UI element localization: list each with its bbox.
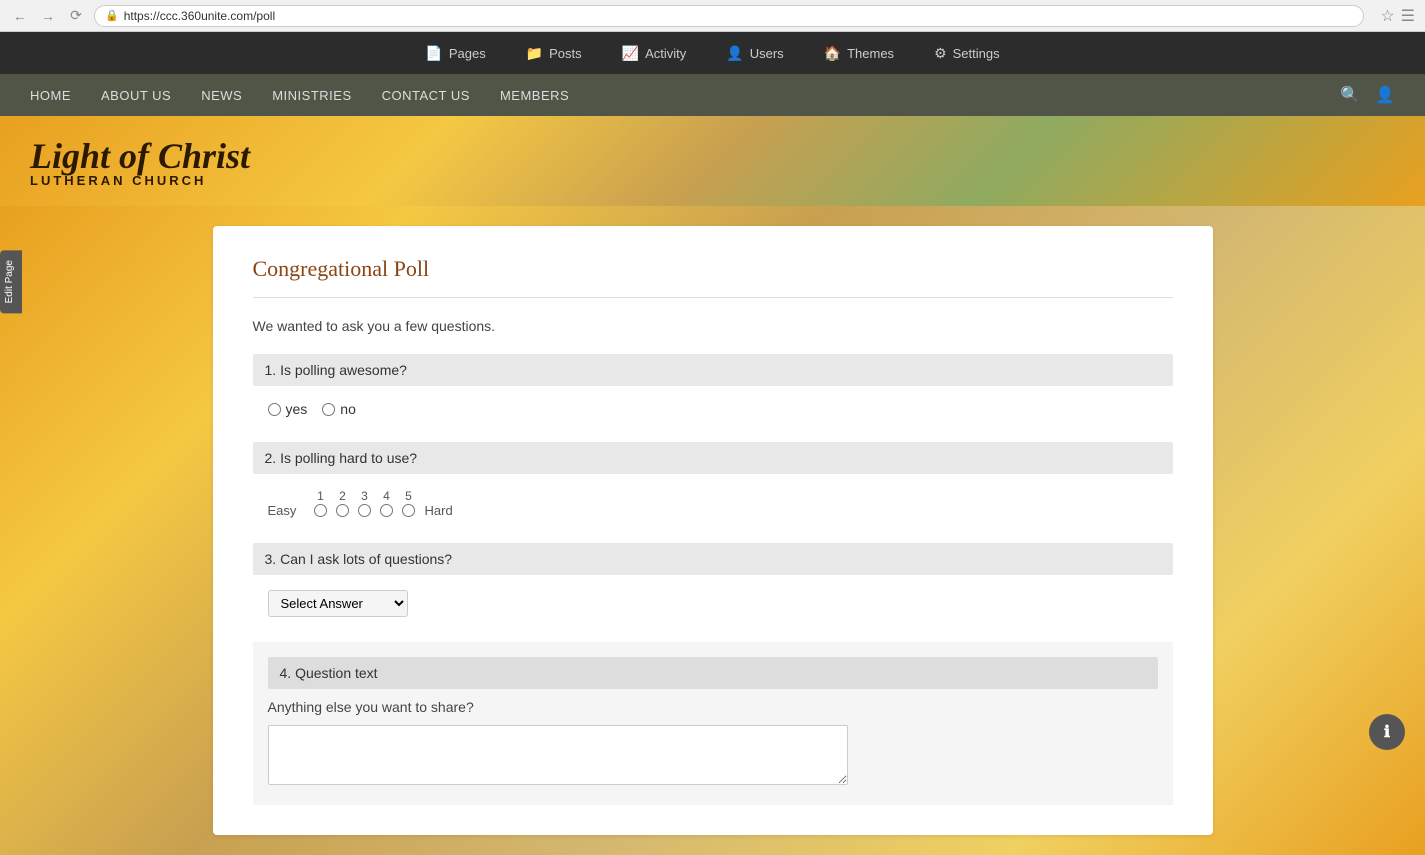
site-title: Light of Christ LUTHERAN CHURCH	[30, 135, 250, 188]
users-icon: 👤	[726, 45, 743, 62]
question-2-header: 2. Is polling hard to use?	[253, 442, 1173, 474]
scale-num-3: 3	[354, 489, 376, 503]
question-3-answers: Select Answer	[253, 585, 1173, 622]
posts-label: Posts	[549, 46, 582, 61]
scale-row: Easy Hard	[268, 503, 1158, 518]
site-navigation: HOME ABOUT US NEWS MINISTRIES CONTACT US…	[0, 74, 1425, 116]
settings-label: Settings	[953, 46, 1000, 61]
scale-radio-1[interactable]	[310, 504, 332, 517]
question-4-textarea[interactable]	[268, 725, 848, 785]
poll-intro: We wanted to ask you a few questions.	[253, 318, 1173, 334]
reload-button[interactable]: ⟳	[66, 6, 86, 26]
scale-radio-2[interactable]	[332, 504, 354, 517]
question-1-radio-no[interactable]	[322, 403, 335, 416]
question-1-number: 1.	[265, 362, 277, 378]
scale-num-1: 1	[310, 489, 332, 503]
question-1-option-yes[interactable]: yes	[268, 401, 308, 417]
scale-max-label: Hard	[425, 503, 453, 518]
poll-title: Congregational Poll	[253, 256, 1173, 298]
nav-about[interactable]: ABOUT US	[101, 88, 171, 103]
question-2-number: 2.	[265, 450, 277, 466]
question-1-header: 1. Is polling awesome?	[253, 354, 1173, 386]
url-text: https://ccc.360unite.com/poll	[124, 9, 275, 23]
question-3: 3. Can I ask lots of questions? Select A…	[253, 543, 1173, 622]
admin-nav-posts[interactable]: 📁 Posts	[526, 45, 582, 62]
activity-label: Activity	[645, 46, 686, 61]
activity-icon: 📈	[622, 45, 639, 62]
scale-num-5: 5	[398, 489, 420, 503]
admin-nav-activity[interactable]: 📈 Activity	[622, 45, 687, 62]
nav-home[interactable]: HOME	[30, 88, 71, 103]
poll-container: Congregational Poll We wanted to ask you…	[213, 226, 1213, 835]
forward-button[interactable]: →	[38, 6, 58, 26]
nav-members[interactable]: MEMBERS	[500, 88, 569, 103]
hero-banner: Light of Christ LUTHERAN CHURCH	[0, 116, 1425, 206]
question-4: 4. Question text Anything else you want …	[253, 642, 1173, 805]
question-1-option-no[interactable]: no	[322, 401, 356, 417]
question-1-label-no: no	[340, 401, 356, 417]
pages-label: Pages	[449, 46, 486, 61]
themes-label: Themes	[847, 46, 894, 61]
pages-icon: 📄	[425, 45, 442, 62]
question-4-text: Question text	[295, 665, 378, 681]
question-2-answers: 1 2 3 4 5 Easy Hard	[253, 484, 1173, 523]
users-label: Users	[750, 46, 784, 61]
question-2: 2. Is polling hard to use? 1 2 3 4 5 Eas…	[253, 442, 1173, 523]
question-3-select[interactable]: Select Answer	[268, 590, 408, 617]
admin-nav-pages[interactable]: 📄 Pages	[425, 45, 485, 62]
themes-icon: 🏠	[824, 45, 841, 62]
browser-chrome: ← → ⟳ 🔒 https://ccc.360unite.com/poll ☆ …	[0, 0, 1425, 32]
question-1: 1. Is polling awesome? yes no	[253, 354, 1173, 422]
question-3-number: 3.	[265, 551, 277, 567]
nav-links: HOME ABOUT US NEWS MINISTRIES CONTACT US…	[30, 88, 569, 103]
page-content: Congregational Poll We wanted to ask you…	[0, 206, 1425, 855]
admin-nav-themes[interactable]: 🏠 Themes	[824, 45, 894, 62]
question-4-header: 4. Question text	[268, 657, 1158, 689]
admin-nav-settings[interactable]: ⚙ Settings	[934, 45, 1000, 62]
nav-contact[interactable]: CONTACT US	[382, 88, 470, 103]
scale-radio-4[interactable]	[376, 504, 398, 517]
url-bar[interactable]: 🔒 https://ccc.360unite.com/poll	[94, 5, 1364, 27]
question-2-text: Is polling hard to use?	[280, 450, 417, 466]
question-1-label-yes: yes	[286, 401, 308, 417]
nav-ministries[interactable]: MINISTRIES	[272, 88, 351, 103]
scale-num-2: 2	[332, 489, 354, 503]
admin-nav-users[interactable]: 👤 Users	[726, 45, 783, 62]
settings-icon: ⚙	[934, 45, 947, 62]
nav-news[interactable]: NEWS	[201, 88, 242, 103]
menu-icon[interactable]: ☰	[1401, 6, 1415, 26]
question-1-answers: yes no	[253, 396, 1173, 422]
scale-radio-3[interactable]	[354, 504, 376, 517]
admin-toolbar: 📄 Pages 📁 Posts 📈 Activity 👤 Users 🏠 The…	[0, 32, 1425, 74]
scale-min-label: Easy	[268, 503, 310, 518]
scale-numbers: 1 2 3 4 5	[310, 489, 1158, 503]
question-1-radio-yes[interactable]	[268, 403, 281, 416]
bookmark-icon[interactable]: ☆	[1380, 6, 1394, 26]
back-button[interactable]: ←	[10, 6, 30, 26]
question-4-number: 4.	[280, 665, 292, 681]
scale-num-4: 4	[376, 489, 398, 503]
nav-actions: 🔍 👤	[1340, 85, 1395, 105]
posts-icon: 📁	[526, 45, 543, 62]
scale-radio-5[interactable]	[398, 504, 420, 517]
question-3-header: 3. Can I ask lots of questions?	[253, 543, 1173, 575]
edit-page-tab[interactable]: Edit Page	[0, 250, 22, 313]
info-button[interactable]: ℹ	[1369, 714, 1405, 750]
search-icon[interactable]: 🔍	[1340, 85, 1360, 105]
question-4-sublabel: Anything else you want to share?	[268, 699, 1158, 715]
lock-icon: 🔒	[105, 9, 119, 22]
site-title-main: Light of Christ	[30, 135, 250, 177]
question-3-text: Can I ask lots of questions?	[280, 551, 452, 567]
scale-radios	[310, 504, 420, 517]
user-icon[interactable]: 👤	[1375, 85, 1395, 105]
question-1-text: Is polling awesome?	[280, 362, 407, 378]
